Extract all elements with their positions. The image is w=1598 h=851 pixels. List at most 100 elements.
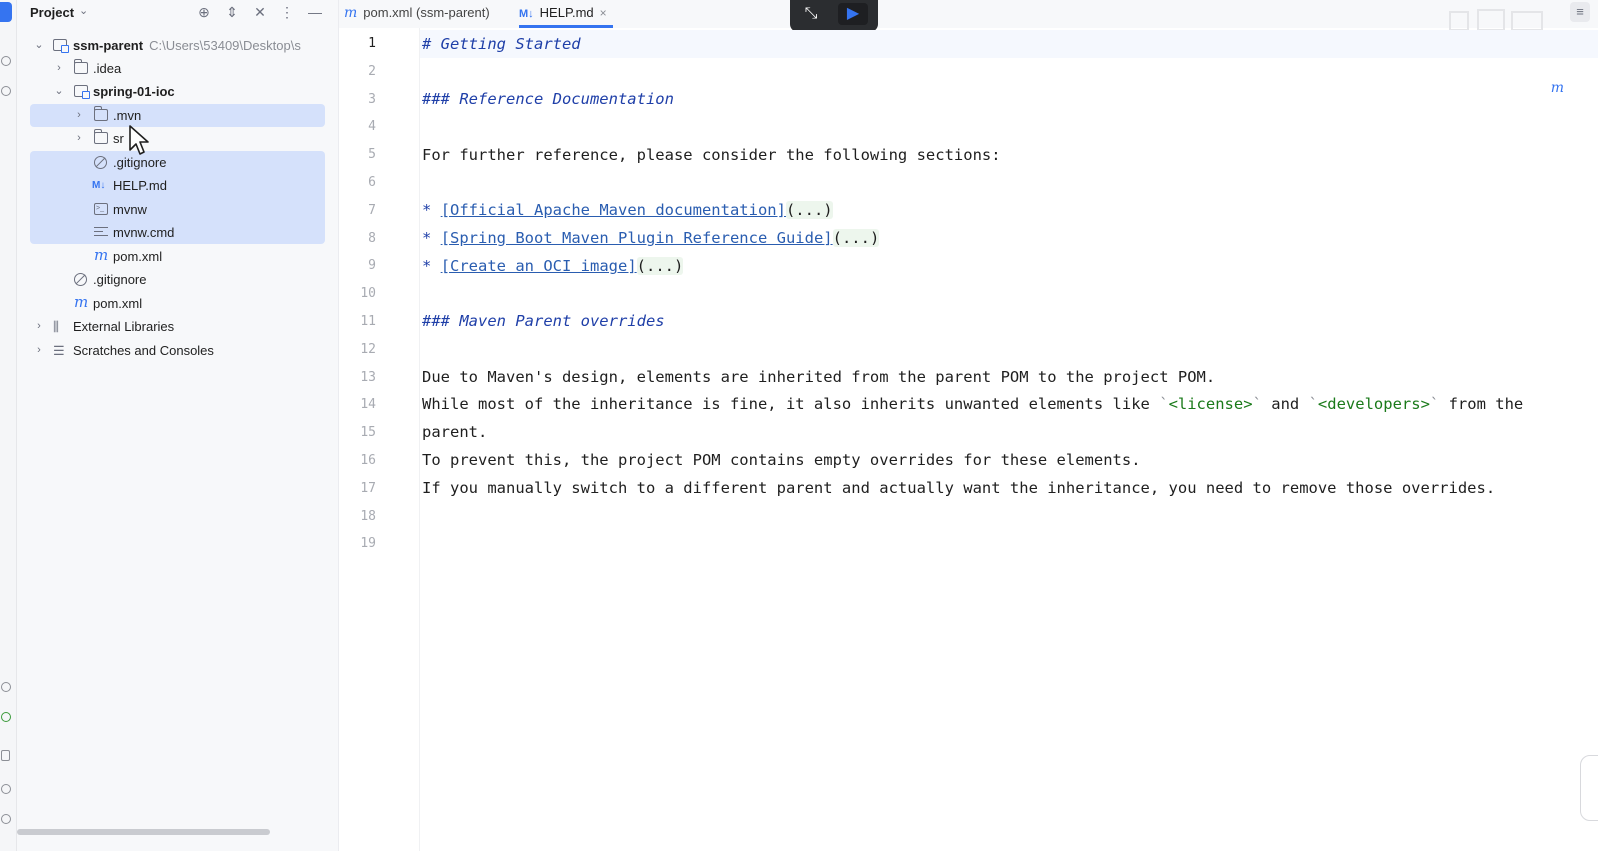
link-official-maven-docs[interactable]: [Official Apache Maven documentation] [441,201,786,219]
tree-item-scratches[interactable]: › ☰ Scratches and Consoles [17,339,338,362]
heading-text: ### Reference Documentation [422,90,674,108]
tree-item-src[interactable]: › sr [17,127,338,150]
reader-mode-icon[interactable]: ≡ [1570,2,1590,22]
editor-line-14[interactable]: While most of the inheritance is fine, i… [422,390,1523,418]
chevron-right-icon[interactable]: › [53,57,65,80]
paragraph-text: and [1261,395,1309,413]
line-number: 13 [360,369,376,385]
editor-line-17[interactable]: If you manually switch to a different pa… [422,474,1495,502]
tree-item-label: External Libraries [73,319,175,334]
editor-line-1[interactable]: # Getting Started [422,30,581,58]
editor-line-9[interactable]: * [Create an OCI image](...) [422,252,684,280]
editor-line-16[interactable]: To prevent this, the project POM contain… [422,446,1141,474]
folded-url[interactable]: (...) [785,201,833,219]
close-icon[interactable]: × [600,6,607,20]
chevron-right-icon[interactable]: › [73,104,85,127]
tree-item-idea[interactable]: › .idea [17,57,338,80]
ignore-file-icon [74,273,87,286]
tree-item-gitignore[interactable]: .gitignore [17,268,338,291]
code-tick: ` [1159,395,1169,413]
tree-item-ssm-parent[interactable]: ⌄ ssm-parent C:\Users\53409\Desktop\s [17,34,338,57]
locate-icon[interactable]: ⊕ [195,3,213,21]
tree-item-mvnw-cmd[interactable]: mvnw.cmd [17,221,338,244]
editor-line-7[interactable]: * [Official Apache Maven documentation](… [422,196,833,224]
editor-line-11[interactable]: ### Maven Parent overrides [422,307,665,335]
line-number: 15 [360,425,376,441]
git-icon[interactable] [1,814,11,824]
inline-code: <license> [1168,395,1253,413]
chevron-right-icon[interactable]: › [33,315,45,338]
tree-item-help-md[interactable]: M↓ HELP.md [17,174,338,197]
collapse-all-icon[interactable]: ✕ [251,3,269,21]
tool-window-strip [0,0,17,851]
editor-line-3[interactable]: ### Reference Documentation [422,85,674,113]
exit-fullscreen-icon[interactable]: ⤡ [796,3,826,25]
markdown-preview-icon[interactable]: m [1551,80,1564,96]
commit-icon[interactable] [1,56,11,66]
current-line-highlight [420,30,1598,58]
chevron-right-icon[interactable]: › [33,339,45,362]
chevron-down-icon[interactable]: ⌄ [53,80,65,103]
tree-item-spring-01-ioc[interactable]: ⌄ spring-01-ioc [17,80,338,103]
line-number: 19 [360,536,376,552]
paragraph-text: If you manually switch to a different pa… [422,479,1496,497]
folded-url[interactable]: (...) [636,257,684,275]
tree-item-label: pom.xml [113,249,163,264]
tree-item-label: mvnw [113,202,147,217]
project-panel: Project ⌄ ⊕ ⇕ ✕ ⋮ — ⌄ ssm-parent C:\Users… [17,0,339,851]
editor-line-5[interactable]: For further reference, please consider t… [422,141,1001,169]
project-panel-header: Project ⌄ ⊕ ⇕ ✕ ⋮ — [17,0,338,26]
folded-url[interactable]: (...) [832,229,880,247]
chevron-right-icon[interactable]: › [73,127,85,150]
tree-item-mvn[interactable]: › .mvn [17,104,338,127]
link-create-oci-image[interactable]: [Create an OCI image] [441,257,637,275]
line-number: 16 [360,453,376,468]
folder-icon [94,129,108,144]
line-number: 5 [368,147,376,163]
problems-icon[interactable] [1,784,11,794]
shell-script-icon: >_ [94,203,108,215]
folder-icon [74,59,88,74]
chevron-down-icon[interactable]: ⌄ [79,4,88,17]
tree-item-gitignore[interactable]: .gitignore [17,151,338,174]
tree-item-external-libraries[interactable]: › ⫼ External Libraries [17,315,338,338]
mouse-cursor-icon [129,125,149,155]
run-icon[interactable] [1,712,11,722]
line-number: 11 [360,314,376,329]
editor-line-15[interactable]: parent. [422,418,487,446]
heading-text: # Getting Started [422,35,581,53]
chevron-down-icon[interactable]: ⌄ [33,34,45,57]
scratches-icon: ☰ [53,343,65,358]
tree-item-label: HELP.md [113,178,167,193]
tree-item-mvnw[interactable]: >_ mvnw [17,198,338,221]
structure-icon[interactable] [1,86,11,96]
tree-item-label: .idea [93,61,122,76]
line-number: 6 [368,175,376,190]
tree-item-label: Scratches and Consoles [73,343,214,358]
line-number: 12 [360,341,376,357]
paragraph-text: Due to Maven's design, elements are inhe… [422,368,1216,386]
options-icon[interactable]: ⋮ [278,3,296,21]
horizontal-scrollbar[interactable] [17,829,270,835]
terminal-icon[interactable] [1,750,10,761]
expand-all-icon[interactable]: ⇕ [223,3,241,21]
editor-line-13[interactable]: Due to Maven's design, elements are inhe… [422,363,1215,391]
hide-icon[interactable]: — [306,3,324,21]
line-number: 9 [368,258,376,274]
tab-help-md[interactable]: M↓ HELP.md × [519,0,613,28]
text-file-icon [94,227,108,239]
project-toolwindow-button[interactable] [0,2,12,22]
recording-toolbar: ⤡ ▶ [790,0,878,32]
markdown-icon: M↓ [519,8,534,20]
services-icon[interactable] [1,682,11,692]
code-tick: ` [1252,395,1262,413]
tree-item-pom-xml[interactable]: m pom.xml [17,292,338,315]
editor-line-8[interactable]: * [Spring Boot Maven Plugin Reference Gu… [422,224,880,252]
tab-pom-xml[interactable]: m pom.xml (ssm-parent) [344,0,490,28]
link-spring-boot-plugin-guide[interactable]: [Spring Boot Maven Plugin Reference Guid… [441,229,833,247]
tree-item-pom-xml[interactable]: m pom.xml [17,245,338,268]
bullet: * [422,201,432,219]
tree-item-label: ssm-parent [73,38,144,53]
screen-share-icon[interactable]: ▶ [838,3,868,25]
project-panel-title[interactable]: Project [30,5,74,20]
